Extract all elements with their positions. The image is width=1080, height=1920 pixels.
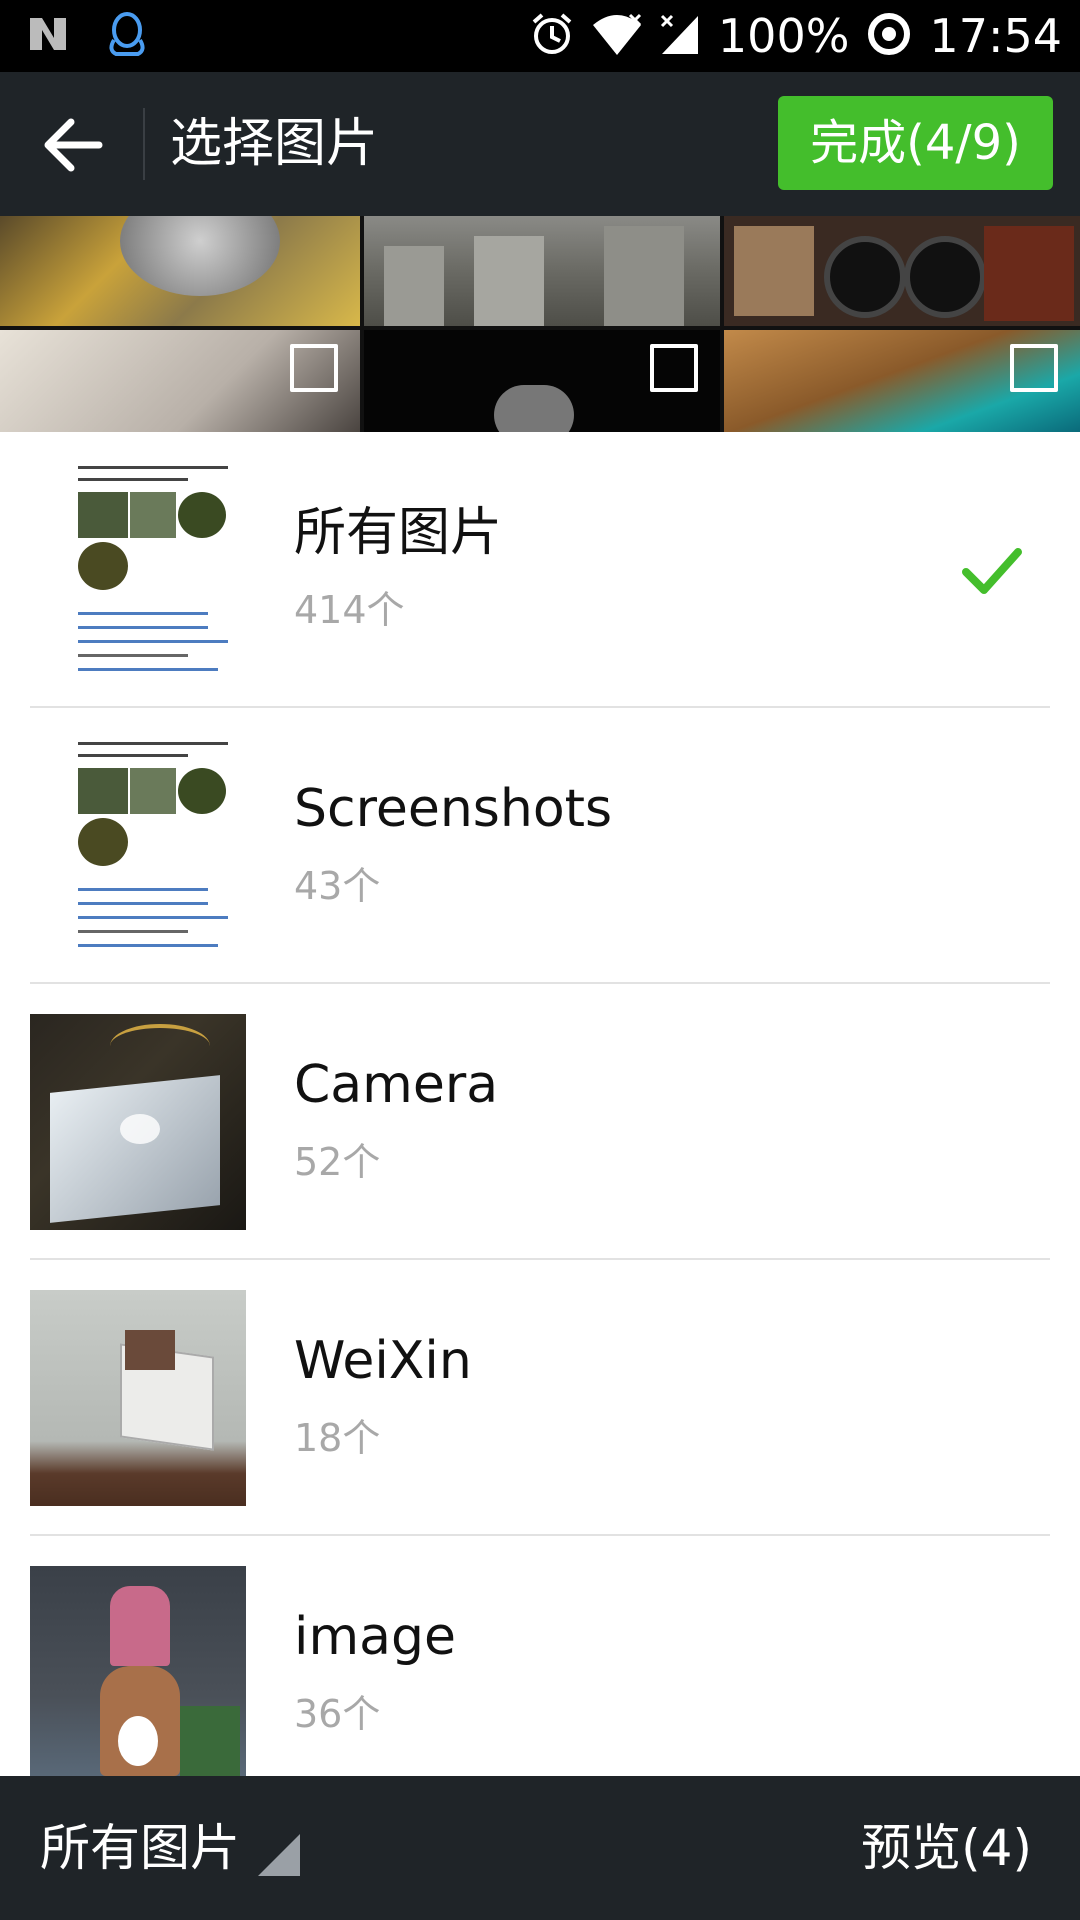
album-thumbnail xyxy=(30,1566,246,1776)
signal-icon xyxy=(660,12,700,60)
album-count: 414个 xyxy=(294,588,405,632)
back-button[interactable] xyxy=(30,110,116,180)
grid-photo[interactable] xyxy=(0,330,360,432)
n-logo-icon xyxy=(28,14,68,58)
album-thumbnail xyxy=(30,1290,246,1506)
bottom-bar: 所有图片 预览(4) xyxy=(0,1776,1080,1920)
status-bar: 100% 17:54 xyxy=(0,0,1080,72)
album-count: 52个 xyxy=(294,1140,381,1184)
album-list: 所有图片 414个 Screenshots 43个 Camera 52个 Wei… xyxy=(0,432,1080,1776)
album-name: Camera xyxy=(294,1055,499,1115)
album-name: WeiXin xyxy=(294,1331,472,1391)
grid-photo[interactable] xyxy=(0,216,360,326)
album-selector-button[interactable]: 所有图片 xyxy=(40,1810,304,1886)
album-item-screenshots[interactable]: Screenshots 43个 xyxy=(0,708,1080,984)
album-item-camera[interactable]: Camera 52个 xyxy=(0,984,1080,1260)
preview-button[interactable]: 预览(4) xyxy=(861,1810,1032,1886)
album-name: Screenshots xyxy=(294,779,613,839)
qq-penguin-icon xyxy=(106,10,148,62)
done-button[interactable]: 完成(4/9) xyxy=(778,96,1053,190)
alarm-icon xyxy=(530,12,574,60)
sync-ring-icon xyxy=(867,12,911,60)
album-thumbnail xyxy=(30,462,246,678)
checkmark-icon xyxy=(962,548,1022,594)
clock-time: 17:54 xyxy=(929,9,1062,63)
album-count: 36个 xyxy=(294,1692,381,1736)
album-count: 18个 xyxy=(294,1416,381,1460)
title-divider xyxy=(143,108,145,180)
select-checkbox[interactable] xyxy=(1010,344,1058,392)
select-checkbox[interactable] xyxy=(290,344,338,392)
album-name: image xyxy=(294,1607,456,1667)
album-item-all-photos[interactable]: 所有图片 414个 xyxy=(0,432,1080,708)
grid-photo[interactable] xyxy=(364,216,720,326)
title-bar: 选择图片 完成(4/9) xyxy=(0,72,1080,216)
album-name: 所有图片 xyxy=(294,503,503,563)
select-checkbox[interactable] xyxy=(650,344,698,392)
album-thumbnail xyxy=(30,1014,246,1230)
dropdown-triangle-icon xyxy=(258,1834,300,1876)
album-item-image[interactable]: image 36个 xyxy=(0,1536,1080,1776)
grid-photo[interactable] xyxy=(364,330,720,432)
arrow-left-icon xyxy=(44,118,103,172)
wifi-icon xyxy=(592,13,642,59)
grid-photo[interactable] xyxy=(724,216,1080,326)
grid-photo[interactable] xyxy=(724,330,1080,432)
album-thumbnail xyxy=(30,738,246,954)
page-title: 选择图片 xyxy=(170,114,379,174)
photo-grid xyxy=(0,216,1080,432)
current-album-label: 所有图片 xyxy=(40,1819,240,1877)
album-item-weixin[interactable]: WeiXin 18个 xyxy=(0,1260,1080,1536)
album-count: 43个 xyxy=(294,864,381,908)
battery-percentage: 100% xyxy=(717,9,850,63)
